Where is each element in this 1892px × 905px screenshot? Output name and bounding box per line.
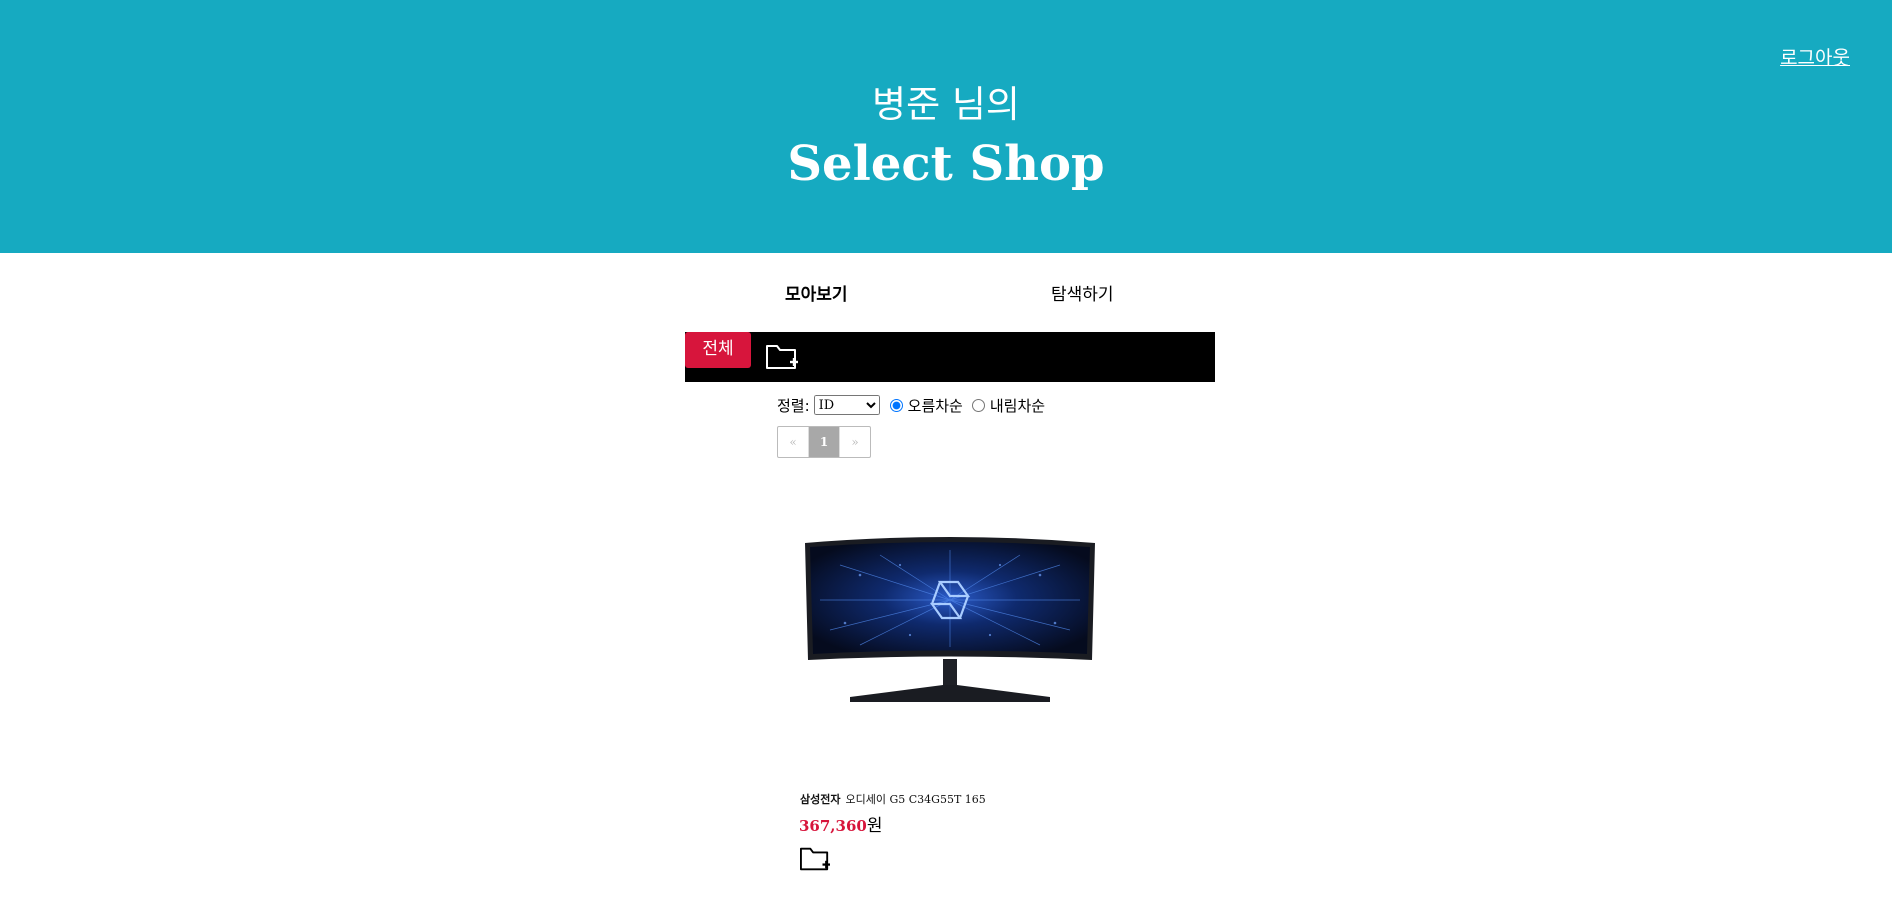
tab-bar: 모아보기 탐색하기 — [685, 280, 1215, 306]
ascending-radio[interactable] — [889, 398, 903, 412]
folder-plus-icon[interactable] — [799, 843, 831, 873]
next-page-button[interactable]: » — [840, 427, 870, 457]
sort-controls: 정렬: ID 오름차순 내림차순 — [777, 394, 1045, 416]
greeting: 병준 님의 — [872, 83, 1020, 126]
logout-link[interactable]: 로그아웃 — [1780, 43, 1850, 70]
descending-radio[interactable] — [971, 398, 985, 412]
folder-all-button[interactable]: 전체 — [685, 332, 751, 368]
tab-explore[interactable]: 탐색하기 — [1051, 280, 1114, 305]
product-title[interactable]: 삼성전자 오디세이 G5 C34G55T 165 — [800, 791, 986, 807]
price-unit: 원 — [866, 816, 883, 836]
page-1-button[interactable]: 1 — [809, 427, 840, 457]
pagination: « 1 » — [777, 426, 871, 458]
folder-plus-icon[interactable] — [765, 340, 799, 372]
price-amount: 367,360 — [799, 817, 867, 835]
tab-collection[interactable]: 모아보기 — [785, 280, 848, 305]
sort-label: 정렬: — [777, 396, 810, 415]
descending-label: 내림차순 — [989, 396, 1046, 415]
product-brand: 삼성전자 — [800, 793, 841, 806]
folder-bar: 전체 — [685, 332, 1215, 382]
ascending-label: 오름차순 — [907, 396, 963, 415]
shop-title: Select Shop — [787, 136, 1105, 192]
header: 로그아웃 병준 님의 Select Shop — [0, 0, 1892, 253]
product-price: 367,360원 — [799, 811, 883, 836]
sort-select[interactable]: ID — [813, 395, 880, 415]
prev-page-button[interactable]: « — [778, 427, 809, 457]
curved-monitor-image[interactable] — [800, 535, 1100, 715]
product-name: 오디세이 G5 C34G55T 165 — [845, 793, 986, 806]
